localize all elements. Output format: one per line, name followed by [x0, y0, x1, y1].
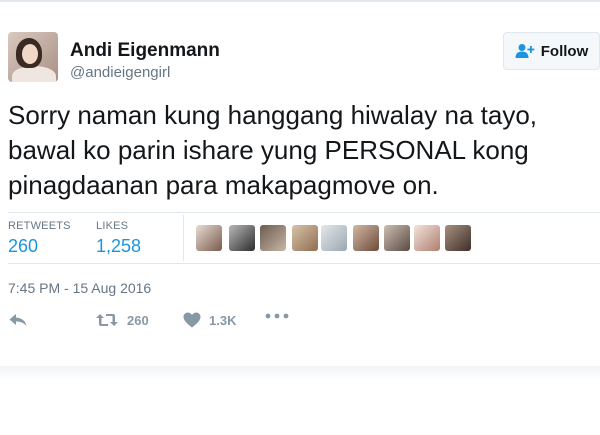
- like-button[interactable]: 1.3K: [183, 312, 236, 328]
- tweet-card: Andi Eigenmann @andieigengirl Follow Sor…: [0, 0, 600, 435]
- divider: [8, 212, 600, 213]
- liker-avatar[interactable]: [196, 225, 222, 251]
- likes-label: LIKES: [96, 220, 129, 232]
- like-count: 1.3K: [209, 312, 237, 328]
- tweet-text-line: pinagdaanan para makapagmove on.: [8, 170, 439, 200]
- tweet-text-line: Sorry naman kung hanggang hiwalay na tay…: [8, 100, 538, 130]
- follow-label: Follow: [540, 42, 589, 60]
- retweet-button[interactable]: 260: [95, 312, 149, 328]
- username[interactable]: @andieigengirl: [70, 64, 170, 81]
- liker-avatar[interactable]: [260, 225, 286, 251]
- retweet-count: 260: [127, 312, 149, 328]
- liker-avatar[interactable]: [292, 225, 318, 251]
- avatar[interactable]: [8, 32, 58, 82]
- liker-avatar[interactable]: [321, 225, 347, 251]
- divider: [183, 215, 184, 261]
- display-name[interactable]: Andi Eigenmann: [70, 40, 220, 62]
- liker-avatar[interactable]: [384, 225, 410, 251]
- timestamp[interactable]: 7:45 PM - 15 Aug 2016: [8, 280, 151, 296]
- add-user-icon: [515, 44, 535, 58]
- divider: [8, 263, 600, 264]
- liker-avatar[interactable]: [229, 225, 255, 251]
- liker-avatar[interactable]: [445, 225, 471, 251]
- retweets-count[interactable]: 260: [8, 236, 38, 257]
- reply-button[interactable]: [8, 312, 28, 328]
- heart-icon: [183, 312, 201, 328]
- liker-avatar[interactable]: [414, 225, 440, 251]
- tweet-text-line: bawal ko parin ishare yung PERSONAL kong: [8, 135, 529, 165]
- follow-button[interactable]: Follow: [503, 32, 600, 70]
- liker-avatar[interactable]: [353, 225, 379, 251]
- tweet-text: Sorry naman kung hanggang hiwalay na tay…: [8, 98, 598, 203]
- reply-icon: [9, 314, 27, 326]
- retweet-icon: [96, 314, 118, 326]
- card-bottom-edge: [0, 366, 600, 380]
- retweets-label: RETWEETS: [8, 220, 71, 232]
- likes-count[interactable]: 1,258: [96, 236, 141, 257]
- more-button[interactable]: [265, 312, 289, 320]
- more-icon: [265, 313, 289, 319]
